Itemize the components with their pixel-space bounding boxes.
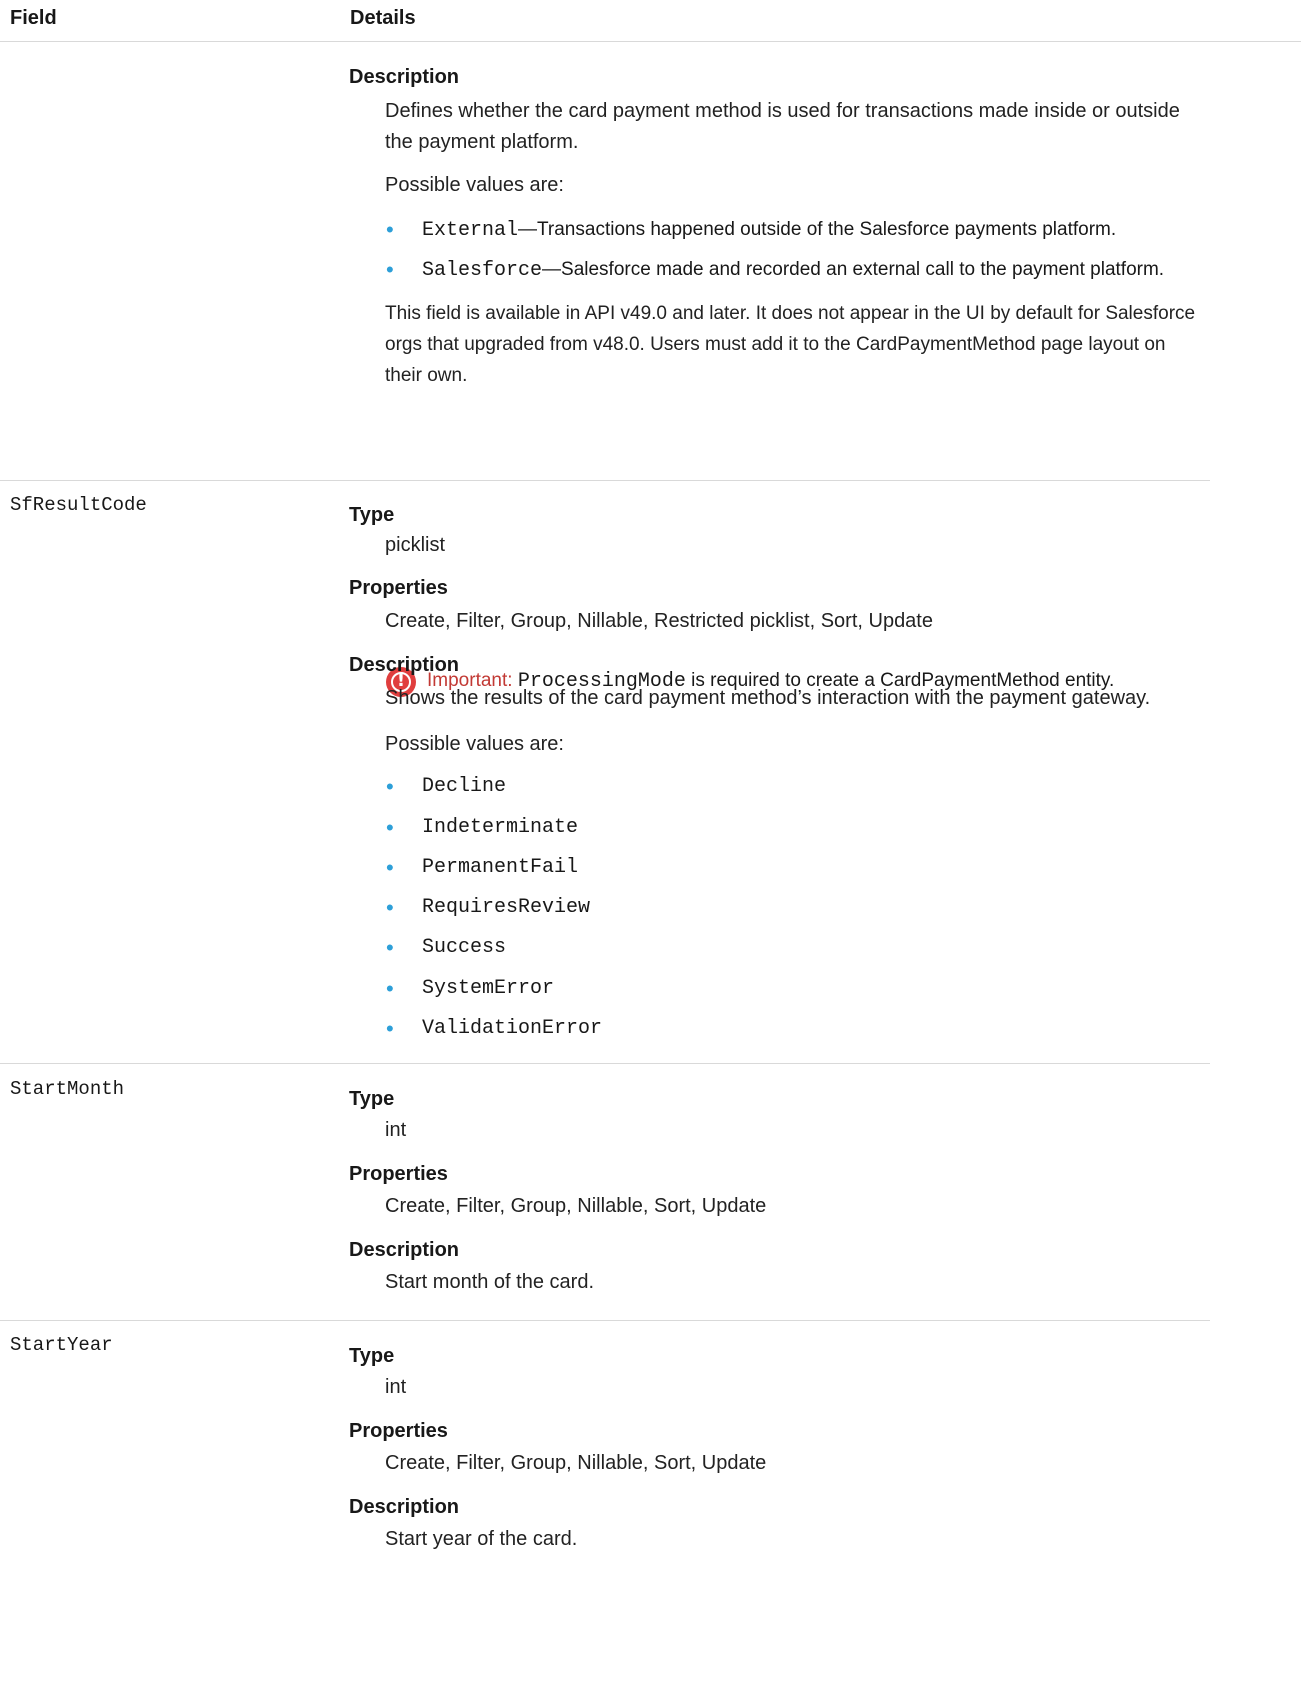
properties-heading: Properties — [349, 577, 448, 599]
column-header-field: Field — [10, 7, 57, 29]
column-header-details: Details — [350, 7, 416, 29]
type-value: int — [385, 1376, 407, 1398]
type-value: picklist — [385, 534, 446, 556]
bullet-icon: • — [386, 217, 394, 242]
value-code: External — [422, 219, 519, 242]
value-code: Salesforce — [422, 259, 543, 282]
description-heading: Description — [349, 66, 460, 88]
bullet-icon: • — [386, 774, 394, 799]
possible-values-intro: Possible values are: — [385, 174, 564, 196]
properties-heading: Properties — [349, 1163, 448, 1185]
field-reference-table: Field Details Description Defines whethe… — [0, 0, 1301, 1684]
description-text: Start year of the card. — [385, 1528, 578, 1550]
properties-value: Create, Filter, Group, Nillable, Sort, U… — [385, 1452, 767, 1474]
field-name: SfResultCode — [10, 494, 147, 516]
row-divider — [0, 1320, 1210, 1321]
bullet-icon: • — [386, 976, 394, 1001]
description-heading: Description — [349, 654, 460, 676]
row-divider — [0, 1063, 1210, 1064]
type-value: int — [385, 1119, 407, 1141]
properties-value: Create, Filter, Group, Nillable, Sort, U… — [385, 1195, 767, 1217]
field-name: StartYear — [10, 1334, 113, 1356]
description-text: Defines whether the card payment method … — [385, 100, 1180, 153]
description-text: Shows the results of the card payment me… — [385, 687, 1151, 709]
bullet-icon: • — [386, 815, 394, 840]
description-text: Start month of the card. — [385, 1271, 594, 1293]
type-heading: Type — [349, 1345, 395, 1367]
row-divider — [0, 480, 1210, 481]
type-heading: Type — [349, 504, 395, 526]
value-description: —Salesforce made and recorded an externa… — [542, 259, 1165, 280]
bullet-icon: • — [386, 895, 394, 920]
bullet-icon: • — [386, 935, 394, 960]
value-description: —Transactions happened outside of the Sa… — [518, 219, 1117, 240]
properties-heading: Properties — [349, 1420, 448, 1442]
description-heading: Description — [349, 1239, 460, 1261]
field-name: StartMonth — [10, 1078, 125, 1100]
description-heading: Description — [349, 1496, 460, 1518]
possible-values-intro: Possible values are: — [385, 733, 564, 755]
availability-note: This field is available in API v49.0 and… — [385, 303, 1196, 386]
properties-value: Create, Filter, Group, Nillable, Restric… — [385, 610, 933, 632]
bullet-icon: • — [386, 1016, 394, 1041]
type-heading: Type — [349, 1088, 395, 1110]
table-header: Field Details — [0, 0, 1301, 42]
bullet-icon: • — [386, 855, 394, 880]
bullet-icon: • — [386, 257, 394, 282]
